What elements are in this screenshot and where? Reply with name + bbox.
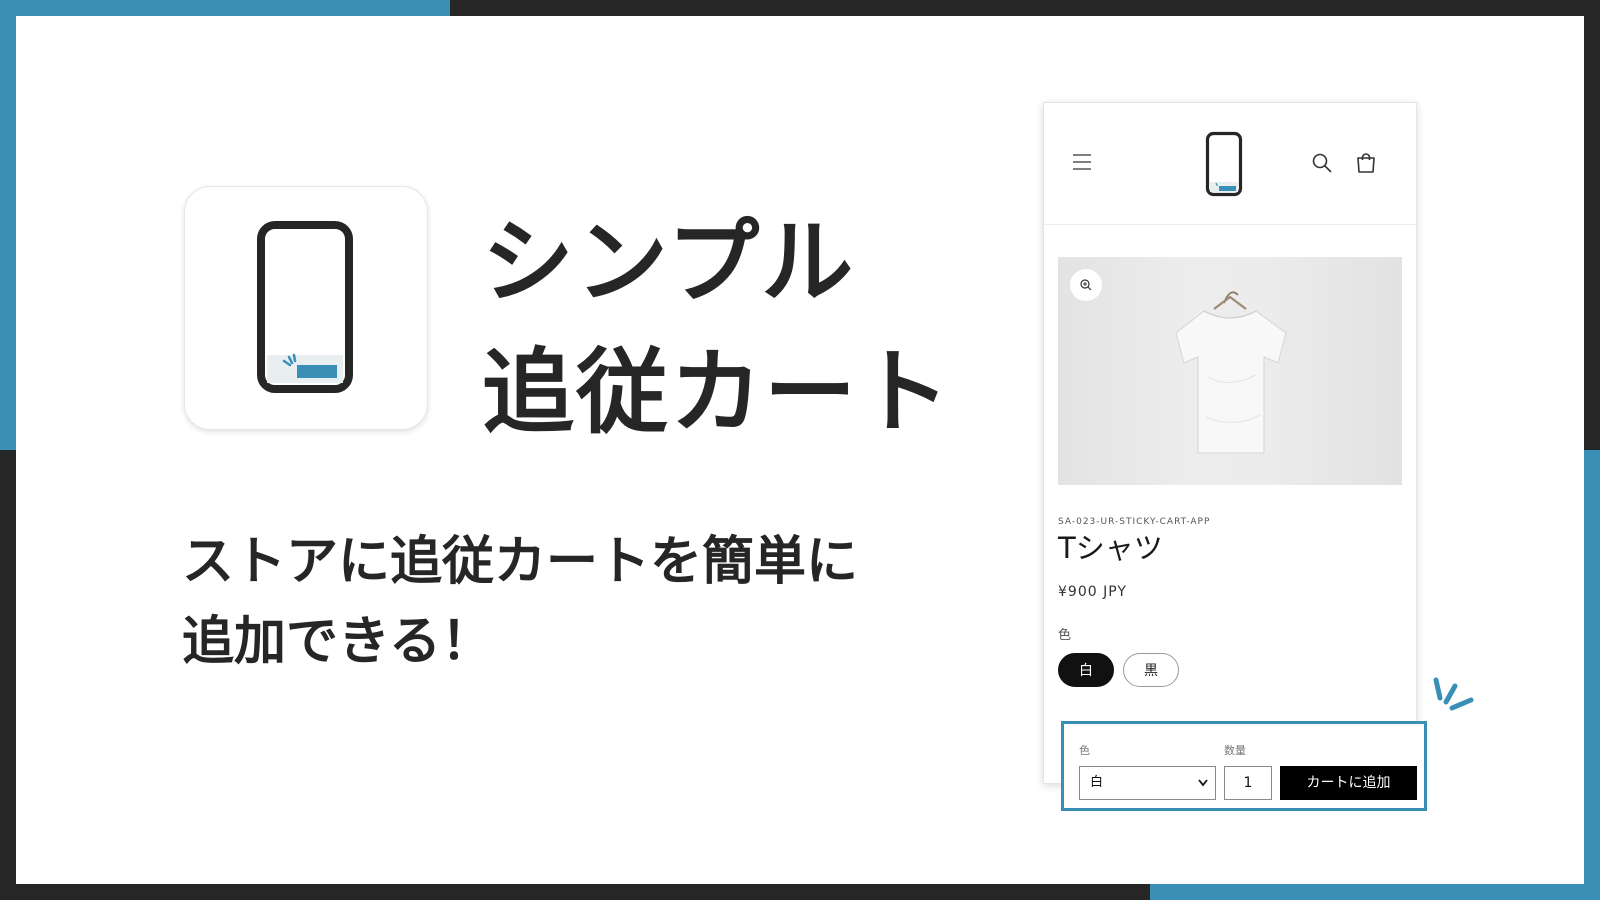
phone-sticky-cart-icon [257, 221, 353, 393]
sticky-add-to-cart-bar: 色 数量 白 1 カートに追加 [1061, 721, 1427, 811]
product-image[interactable] [1058, 257, 1402, 485]
app-icon [184, 186, 428, 430]
sticky-quantity-label: 数量 [1224, 744, 1246, 757]
product-price: ¥900 JPY [1058, 584, 1127, 600]
hero-subtitle-line-2: 追加できる！ [182, 612, 493, 672]
zoom-button[interactable] [1070, 269, 1102, 301]
store-logo-phone-icon[interactable] [1205, 131, 1243, 197]
sticky-color-value: 白 [1090, 775, 1104, 790]
sticky-color-select[interactable]: 白 [1079, 766, 1216, 800]
product-title: Tシャツ [1058, 531, 1163, 565]
cart-bag-icon[interactable] [1355, 152, 1377, 174]
sparkle-lines-icon [1433, 677, 1474, 711]
accent-bar-top-left [0, 0, 450, 16]
sticky-color-label: 色 [1079, 744, 1090, 757]
color-option-label: 色 [1058, 628, 1072, 643]
slide-canvas: シンプル 追従カート ストアに追従カートを簡単に 追加できる！ SA-023-U… [16, 16, 1584, 884]
accent-bar-left [0, 0, 16, 450]
zoom-in-icon [1080, 279, 1092, 291]
hero-subtitle-line-1: ストアに追従カートを簡単に [182, 532, 859, 592]
shop-header [1044, 103, 1416, 225]
shop-preview-card: SA-023-UR-STICKY-CART-APP Tシャツ ¥900 JPY … [1043, 102, 1417, 784]
chevron-down-icon [1198, 779, 1208, 787]
color-option-black[interactable]: 黒 [1123, 653, 1179, 687]
accent-bar-bottom-right [1150, 884, 1600, 900]
accent-bar-right [1584, 450, 1600, 900]
hero-subtitle: ストアに追従カートを簡単に 追加できる！ [182, 522, 858, 682]
search-icon[interactable] [1312, 153, 1332, 173]
tshirt-image [1175, 291, 1287, 454]
hero-title-line-2: 追従カート [482, 339, 953, 446]
sticky-quantity-input[interactable]: 1 [1224, 766, 1272, 800]
hero-title: シンプル 追従カート [482, 198, 952, 458]
hamburger-menu-icon[interactable] [1072, 153, 1092, 171]
color-option-white[interactable]: 白 [1058, 653, 1114, 687]
hero-title-line-1: シンプル [482, 209, 856, 316]
add-to-cart-button[interactable]: カートに追加 [1280, 766, 1417, 800]
